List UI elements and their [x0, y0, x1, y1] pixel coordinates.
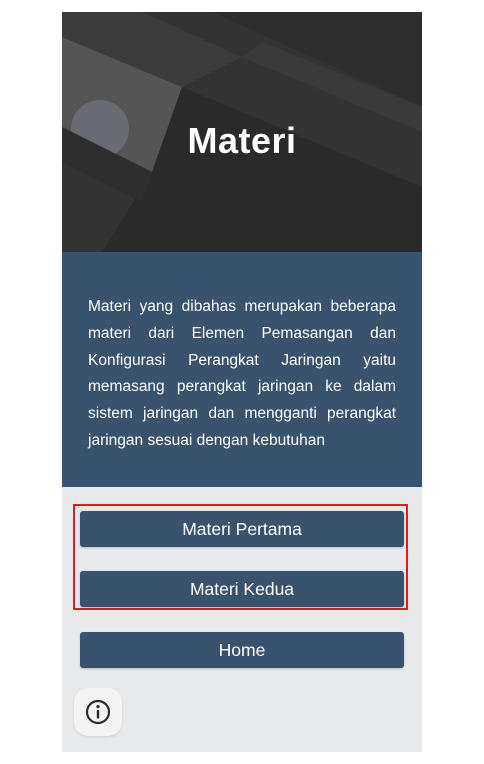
description-text: Materi yang dibahas merupakan beberapa m…: [88, 298, 396, 449]
materi-pertama-button[interactable]: Materi Pertama: [80, 511, 404, 547]
home-button[interactable]: Home: [80, 632, 404, 668]
app-screen: Materi Materi yang dibahas merupakan beb…: [62, 12, 422, 752]
materi-kedua-button[interactable]: Materi Kedua: [80, 571, 404, 607]
header-banner: Materi: [62, 12, 422, 252]
info-icon: [85, 699, 111, 725]
description-panel: Materi yang dibahas merupakan beberapa m…: [62, 252, 422, 487]
info-button[interactable]: [74, 688, 122, 736]
page-title: Materi: [187, 120, 297, 161]
